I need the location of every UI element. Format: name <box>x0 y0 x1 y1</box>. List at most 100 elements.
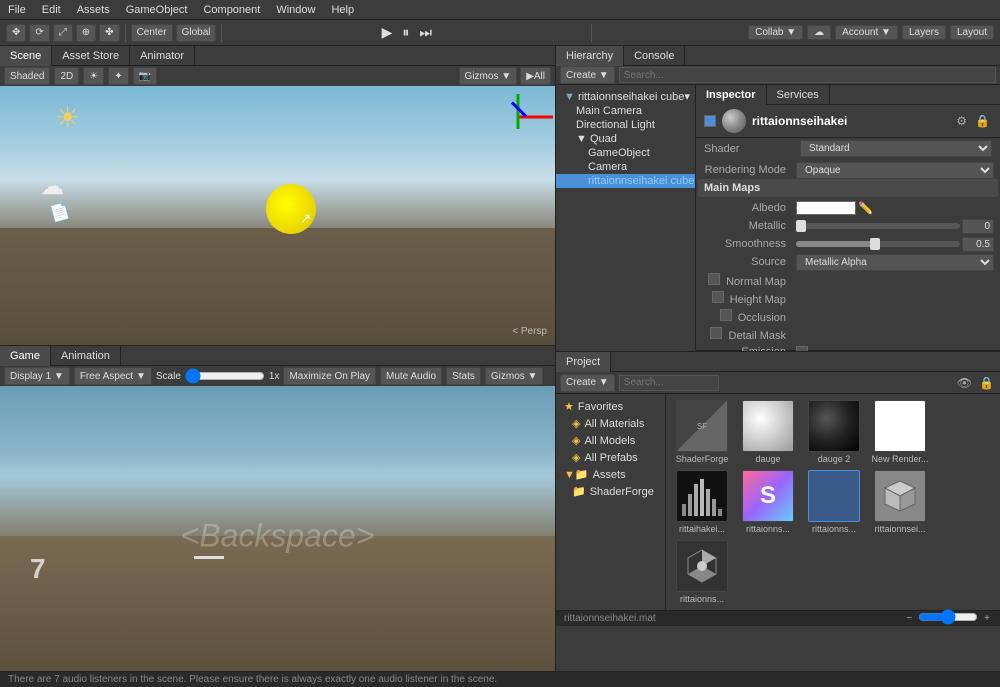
proj-shaderforge[interactable]: 📁 ShaderForge <box>556 483 665 500</box>
asset-dauge[interactable]: dauge <box>738 400 798 464</box>
2d-btn[interactable]: 2D <box>54 67 79 85</box>
collab-btn[interactable]: Collab ▼ <box>748 25 803 40</box>
transform-rotate-btn[interactable]: ⟳ <box>29 24 49 42</box>
asset-rittaihakei[interactable]: rittaihakei... <box>672 470 732 534</box>
menu-gameobject[interactable]: GameObject <box>118 4 196 16</box>
game-content[interactable]: <Backspace> 7 <box>0 386 555 685</box>
smoothness-value: 0.5 <box>796 237 994 252</box>
proj-all-materials[interactable]: ◈ All Materials <box>556 415 665 432</box>
albedo-eyedropper[interactable]: ✏️ <box>858 201 873 215</box>
heightmap-checkbox[interactable] <box>712 291 724 303</box>
inspector-menu-btn[interactable]: ⚙ <box>954 114 969 128</box>
tab-console[interactable]: Console <box>624 46 685 66</box>
transform-scale-btn[interactable]: ⤢ <box>53 24 73 42</box>
project-create-btn[interactable]: Create ▼ <box>560 374 615 392</box>
lighting-btn[interactable]: ☀ <box>83 67 104 85</box>
tab-scene[interactable]: Scene <box>0 46 52 66</box>
scale-slider[interactable] <box>185 371 265 381</box>
asset-unitylogo[interactable]: rittaionns... <box>672 540 732 604</box>
menu-window[interactable]: Window <box>268 4 323 16</box>
maximize-btn[interactable]: Maximize On Play <box>283 367 376 385</box>
layout-btn[interactable]: Layout <box>950 25 994 40</box>
hierarchy-item-quad[interactable]: ▼ Quad <box>556 132 695 146</box>
all-btn[interactable]: ▶All <box>520 67 551 85</box>
smoothness-slider[interactable] <box>796 241 960 247</box>
tab-animator[interactable]: Animator <box>130 46 195 66</box>
project-lock2-btn[interactable]: 🔒 <box>977 376 996 390</box>
occlusion-checkbox[interactable] <box>720 309 732 321</box>
shader-dropdown[interactable]: Standard <box>800 140 992 157</box>
hierarchy-item-cube[interactable]: rittaionnseihakei cube <box>556 174 695 188</box>
hierarchy-item-camera[interactable]: Camera <box>556 160 695 174</box>
display-btn[interactable]: Display 1 ▼ <box>4 367 70 385</box>
metallic-thumb[interactable] <box>796 220 806 232</box>
hierarchy-item-gameobject[interactable]: GameObject <box>556 146 695 160</box>
tab-asset-store[interactable]: Asset Store <box>52 46 130 66</box>
hierarchy-create-btn[interactable]: Create ▼ <box>560 66 615 84</box>
asset-newrender[interactable]: New Render... <box>870 400 930 464</box>
smoothness-thumb[interactable] <box>870 238 880 250</box>
stats-btn[interactable]: Stats <box>446 367 481 385</box>
global-btn[interactable]: Global <box>176 24 217 42</box>
tab-animation[interactable]: Animation <box>51 346 121 366</box>
tab-inspector[interactable]: Inspector <box>696 85 767 105</box>
game-gizmos-btn[interactable]: Gizmos ▼ <box>485 367 544 385</box>
tab-hierarchy[interactable]: Hierarchy <box>556 46 624 66</box>
project-search[interactable] <box>619 375 719 391</box>
project-eye-btn[interactable]: 👁 <box>955 376 974 390</box>
menu-assets[interactable]: Assets <box>69 4 118 16</box>
asset-shaderforge[interactable]: SF ShaderForge <box>672 400 732 464</box>
zoom-out-btn[interactable]: − <box>904 613 914 624</box>
hierarchy-item-scene[interactable]: ▼ rittaionnseihakei cube▾ <box>556 89 695 104</box>
zoom-slider[interactable] <box>918 613 978 621</box>
step-button[interactable]: ⏭ <box>416 24 435 41</box>
cam-btn[interactable]: 📷 <box>133 67 157 85</box>
layers-btn[interactable]: Layers <box>902 25 946 40</box>
detailmask-checkbox[interactable] <box>710 327 722 339</box>
asset-dauge2[interactable]: dauge 2 <box>804 400 864 464</box>
proj-all-models[interactable]: ◈ All Models <box>556 432 665 449</box>
asset-thumb-rittaihakei <box>676 470 728 522</box>
center-btn[interactable]: Center <box>131 24 173 42</box>
tab-services[interactable]: Services <box>767 85 830 105</box>
account-btn[interactable]: Account ▼ <box>835 25 898 40</box>
pause-button[interactable]: ⏸ <box>399 24 412 41</box>
source-label: Source <box>702 256 792 268</box>
tab-game[interactable]: Game <box>0 346 51 366</box>
transform-move-btn[interactable]: ✥ <box>6 24 26 42</box>
normalmap-checkbox[interactable] <box>708 273 720 285</box>
aspect-btn[interactable]: Free Aspect ▼ <box>74 367 152 385</box>
inspector-lock-btn[interactable]: 🔒 <box>973 114 992 128</box>
cloud-objects: ☁ 📄 <box>40 172 70 223</box>
source-dropdown[interactable]: Metallic Alpha <box>796 254 994 271</box>
smoothness-num[interactable]: 0.5 <box>962 237 994 252</box>
shaded-btn[interactable]: Shaded <box>4 67 50 85</box>
zoom-in-btn[interactable]: + <box>982 613 992 624</box>
hierarchy-item-maincam[interactable]: Main Camera <box>556 104 695 118</box>
transform-multi-btn[interactable]: ✤ <box>99 24 119 42</box>
metallic-slider[interactable] <box>796 223 960 229</box>
hierarchy-item-dirlight[interactable]: Directional Light <box>556 118 695 132</box>
metallic-num[interactable]: 0 <box>962 219 994 234</box>
menu-component[interactable]: Component <box>195 4 268 16</box>
menu-file[interactable]: File <box>0 4 34 16</box>
menu-edit[interactable]: Edit <box>34 4 69 16</box>
proj-all-prefabs[interactable]: ◈ All Prefabs <box>556 449 665 466</box>
menu-help[interactable]: Help <box>323 4 362 16</box>
mute-btn[interactable]: Mute Audio <box>380 367 442 385</box>
cloud-btn[interactable]: ☁ <box>807 25 831 40</box>
inspector-active-checkbox[interactable] <box>704 115 716 127</box>
albedo-color[interactable] <box>796 201 856 215</box>
asset-rittaionns-s[interactable]: S rittaionns... <box>738 470 798 534</box>
transform-rect-btn[interactable]: ⊕ <box>76 24 96 42</box>
project-left-sidebar: ★ Favorites ◈ All Materials ◈ All Models… <box>556 394 666 610</box>
hierarchy-search[interactable] <box>619 67 996 83</box>
fx-btn[interactable]: ✦ <box>108 67 128 85</box>
asset-box3d[interactable]: rittaionnsei... <box>870 470 930 534</box>
gizmos-btn[interactable]: Gizmos ▼ <box>459 67 518 85</box>
tab-project[interactable]: Project <box>556 352 611 372</box>
asset-bluesphere[interactable]: rittaionns... <box>804 470 864 534</box>
occlusion-row: Occlusion <box>698 307 998 325</box>
rendering-mode-dropdown[interactable]: Opaque <box>796 162 994 179</box>
play-button[interactable]: ▶ <box>379 24 396 41</box>
